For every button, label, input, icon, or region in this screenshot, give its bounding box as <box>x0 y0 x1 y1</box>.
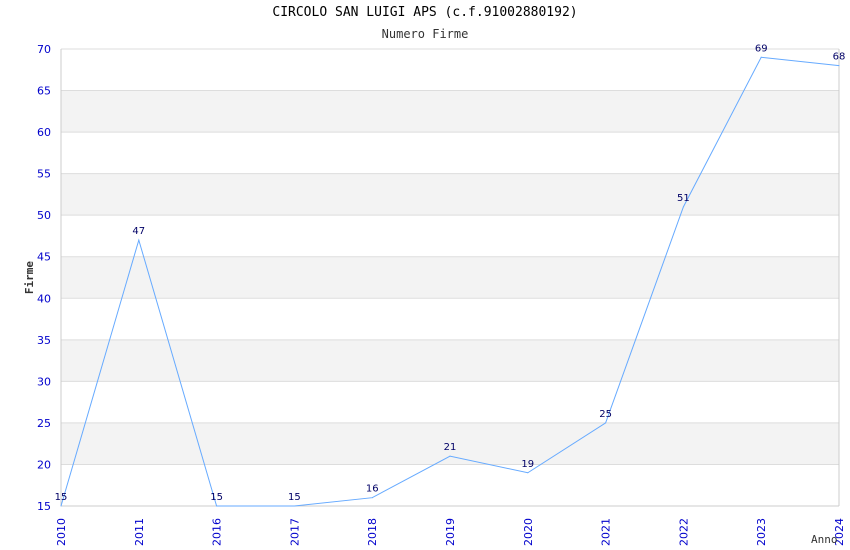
data-label: 16 <box>366 484 379 495</box>
y-tick-label: 65 <box>37 85 51 98</box>
y-tick-label: 70 <box>37 43 51 56</box>
grid-band <box>61 132 839 174</box>
data-point <box>60 505 62 507</box>
x-tick-label: 2023 <box>755 518 768 546</box>
x-axis-title: Anno <box>811 533 838 546</box>
data-label: 51 <box>677 193 690 204</box>
data-point <box>449 455 451 457</box>
grid-band <box>61 256 839 299</box>
y-tick-label: 60 <box>37 126 51 139</box>
data-point <box>527 472 529 474</box>
y-tick-label: 50 <box>37 209 51 222</box>
x-tick-label: 2019 <box>444 518 457 546</box>
data-point <box>760 56 762 58</box>
x-tick-label: 2016 <box>211 518 224 546</box>
data-point <box>682 206 684 208</box>
x-tick-label: 2022 <box>677 518 690 546</box>
y-tick-label: 45 <box>37 251 51 264</box>
y-axis-title: Firme <box>23 261 36 294</box>
data-point <box>371 497 373 499</box>
data-label: 25 <box>599 409 612 420</box>
data-label: 69 <box>755 43 768 54</box>
grid-band <box>61 464 839 506</box>
grid-band <box>61 381 839 423</box>
y-tick-label: 35 <box>37 334 51 347</box>
x-tick-label: 2018 <box>366 518 379 546</box>
data-point <box>605 422 607 424</box>
y-tick-label: 15 <box>37 500 51 513</box>
data-label: 21 <box>444 442 457 453</box>
grid-band <box>61 49 839 91</box>
y-tick-label: 25 <box>37 417 51 430</box>
data-point <box>838 65 840 67</box>
data-point <box>216 505 218 507</box>
data-point <box>293 505 295 507</box>
x-tick-label: 2011 <box>133 518 146 546</box>
y-tick-label: 20 <box>37 458 51 471</box>
data-label: 15 <box>210 492 223 503</box>
x-tick-label: 2021 <box>600 518 613 546</box>
data-label: 19 <box>521 459 534 470</box>
grid-band <box>61 298 839 340</box>
data-label: 68 <box>833 52 846 63</box>
grid-band <box>61 215 839 257</box>
grid-band <box>61 339 839 382</box>
data-label: 15 <box>55 492 68 503</box>
x-tick-label: 2010 <box>55 518 68 546</box>
x-tick-label: 2017 <box>288 518 301 546</box>
data-label: 47 <box>132 226 145 237</box>
y-tick-label: 40 <box>37 292 51 305</box>
line-chart: 15 20 25 30 35 40 45 50 55 60 65 70 2010 2011 2016 2017… <box>23 43 846 546</box>
y-tick-label: 30 <box>37 375 51 388</box>
data-point <box>138 239 140 241</box>
data-label: 15 <box>288 492 301 503</box>
grid-band <box>61 90 839 133</box>
grid-band <box>61 173 839 216</box>
y-tick-label: 55 <box>37 168 51 181</box>
x-tick-label: 2020 <box>522 518 535 546</box>
